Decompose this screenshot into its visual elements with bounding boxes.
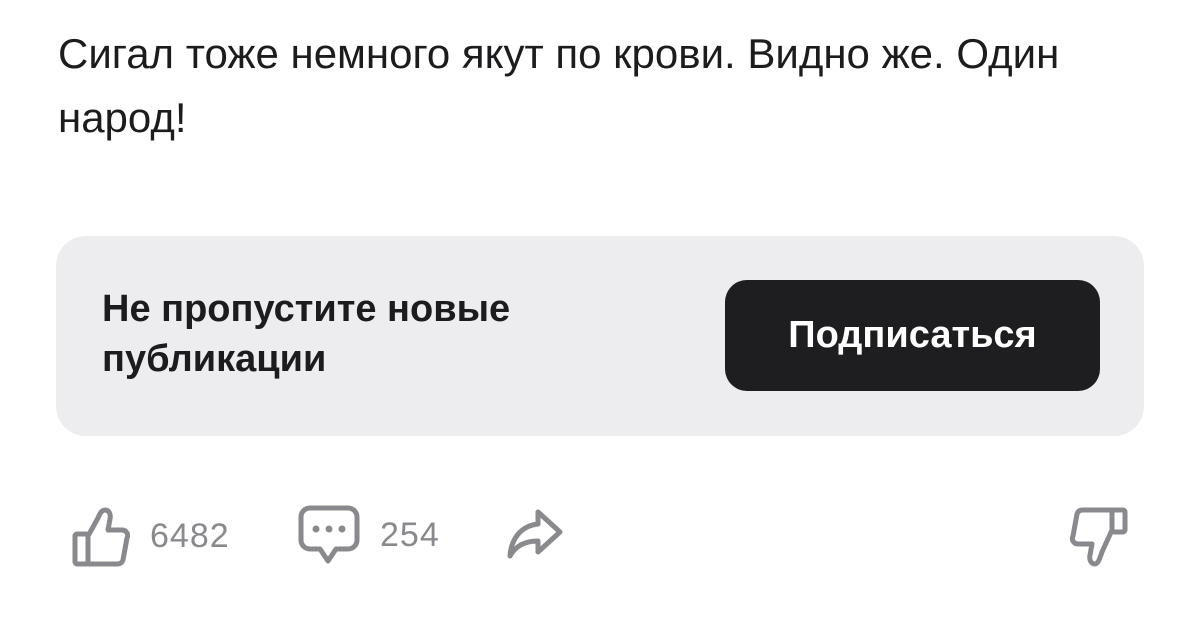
like-button[interactable]: 6482 [72,504,230,568]
thumbs-down-icon [1068,506,1128,570]
dislike-button[interactable] [1068,506,1128,570]
share-arrow-icon [506,508,564,562]
comment-count: 254 [380,515,440,554]
thumbs-up-icon [72,504,130,568]
like-count: 6482 [150,516,230,555]
subscribe-card: Не пропустите новые публикации Подписать… [56,236,1144,436]
comment-bubble-icon [298,504,360,566]
post-actions-bar: 6482 254 [0,500,1200,580]
subscribe-prompt: Не пропустите новые публикации [102,288,511,380]
post-text: Сигал тоже немного якут по крови. Видно … [58,30,1060,141]
comment-button[interactable]: 254 [298,504,440,566]
share-button[interactable] [506,508,564,562]
subscribe-button[interactable]: Подписаться [725,280,1100,391]
